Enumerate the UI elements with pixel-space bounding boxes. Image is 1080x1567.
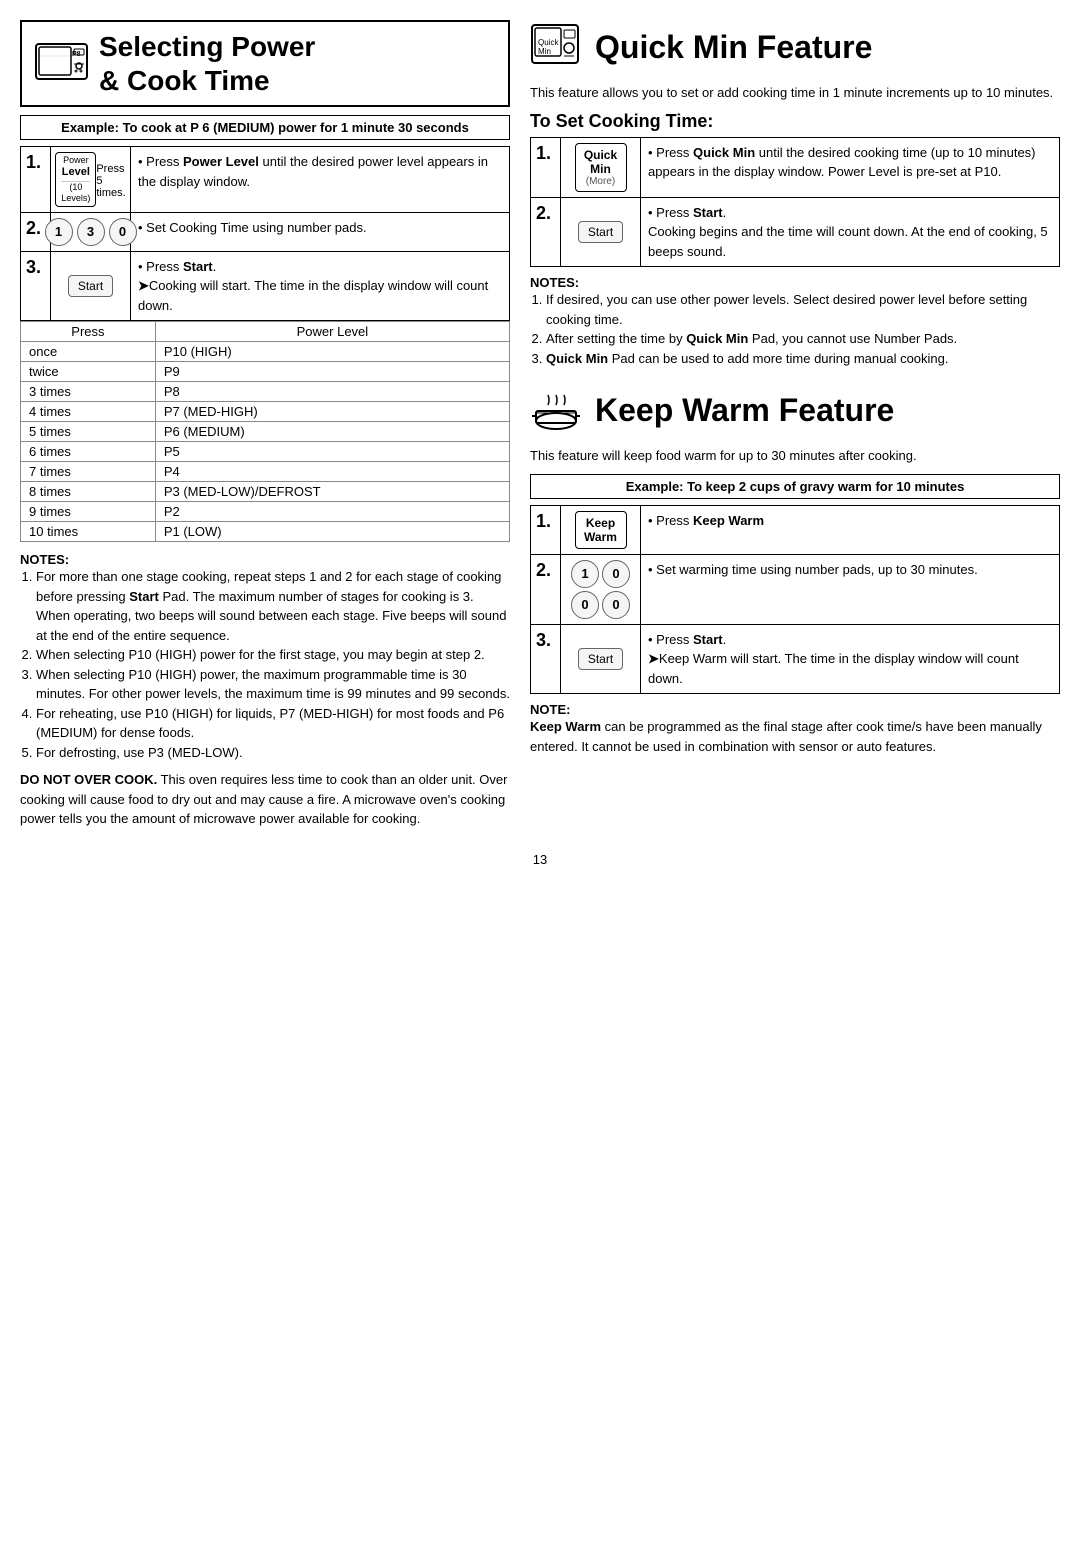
qm-note-3: Quick Min Pad can be used to add more ti… (546, 349, 1060, 369)
power-table-header: Press Power Level (21, 322, 510, 342)
power-row-7: 7 timesP4 (21, 462, 510, 482)
qm-step-2-text: • Press Start. Cooking begins and the ti… (641, 198, 1059, 267)
step-1-row: 1. Power Level (10 Levels) Press 5 times… (21, 147, 509, 213)
power-row-2: twiceP9 (21, 362, 510, 382)
qm-step-1: 1. Quick Min (More) • Press Quick Min un… (531, 138, 1059, 198)
svg-text:Min: Min (538, 47, 551, 56)
step-1-icon: Power Level (10 Levels) Press 5 times. (51, 147, 131, 212)
kw-step-2-text: • Set warming time using number pads, up… (641, 555, 1059, 624)
quick-min-intro: This feature allows you to set or add co… (530, 83, 1060, 103)
note-item-4: For reheating, use P10 (HIGH) for liquid… (36, 704, 510, 743)
example-box-left: Example: To cook at P 6 (MEDIUM) power f… (20, 115, 510, 140)
kw-step-2-icon: 1 0 0 0 (561, 555, 641, 624)
kw-digit-1[interactable]: 1 (571, 560, 599, 588)
quick-min-header-icon: Quick Min (530, 20, 585, 75)
kw-digit-0b[interactable]: 0 (571, 591, 599, 619)
power-row-10: 10 timesP1 (LOW) (21, 522, 510, 542)
quick-min-button[interactable]: Quick Min (More) (575, 143, 627, 192)
selecting-power-header: P8 Selecting Power & Cook Time (20, 20, 510, 107)
step-1-num: 1. (21, 147, 51, 212)
step-3-row: 3. Start • Press Start. ➤Cooking will st… (21, 252, 509, 321)
quick-min-notes: NOTES: If desired, you can use other pow… (530, 275, 1060, 368)
power-table: Press Power Level onceP10 (HIGH) twiceP9… (20, 321, 510, 542)
step-3-icon: Start (51, 252, 131, 321)
press-header: Press (21, 322, 156, 342)
to-set-cooking-time: To Set Cooking Time: (530, 111, 1060, 132)
kw-step-3-text: • Press Start. ➤Keep Warm will start. Th… (641, 625, 1059, 694)
warning-left: DO NOT OVER COOK. This oven requires les… (20, 770, 510, 829)
qm-notes-list: If desired, you can use other power leve… (546, 290, 1060, 368)
keep-warm-header: Keep Warm Feature (530, 383, 1060, 438)
steps-table-left: 1. Power Level (10 Levels) Press 5 times… (20, 146, 510, 321)
digit-3-button[interactable]: 3 (77, 218, 105, 246)
kw-step-1: 1. Keep Warm • Press Keep Warm (531, 506, 1059, 555)
note-item-2: When selecting P10 (HIGH) power for the … (36, 645, 510, 665)
qm-step-2: 2. Start • Press Start. Cooking begins a… (531, 198, 1059, 267)
kw-digit-0c[interactable]: 0 (602, 591, 630, 619)
qm-step-1-num: 1. (531, 138, 561, 197)
start-button-left[interactable]: Start (68, 275, 113, 297)
step-1-text: • Press Power Level until the desired po… (131, 147, 509, 212)
power-level-button[interactable]: Power Level (10 Levels) (55, 152, 96, 207)
power-row-8: 8 timesP3 (MED-LOW)/DEFROST (21, 482, 510, 502)
kw-step-3-num: 3. (531, 625, 561, 694)
kw-step-1-num: 1. (531, 506, 561, 554)
power-row-1: onceP10 (HIGH) (21, 342, 510, 362)
note-item-1: For more than one stage cooking, repeat … (36, 567, 510, 645)
left-column: P8 Selecting Power & Cook Time Example: … (20, 20, 510, 837)
keep-warm-example: Example: To keep 2 cups of gravy warm fo… (530, 474, 1060, 499)
microwave-icon: P8 (34, 36, 89, 91)
qm-step-2-num: 2. (531, 198, 561, 267)
microwave-svg: P8 (34, 36, 89, 91)
step-2-text: • Set Cooking Time using number pads. (131, 213, 509, 251)
notes-list-left: For more than one stage cooking, repeat … (36, 567, 510, 762)
power-row-9: 9 timesP2 (21, 502, 510, 522)
notes-left: NOTES: For more than one stage cooking, … (20, 552, 510, 762)
note-item-3: When selecting P10 (HIGH) power, the max… (36, 665, 510, 704)
power-level-header: Power Level (155, 322, 509, 342)
note-item-5: For defrosting, use P3 (MED-LOW). (36, 743, 510, 763)
step-3-num: 3. (21, 252, 51, 321)
quick-min-header: Quick Min Quick Min Feature (530, 20, 1060, 75)
power-row-3: 3 timesP8 (21, 382, 510, 402)
keep-warm-intro: This feature will keep food warm for up … (530, 446, 1060, 466)
step-1-sub: Press 5 times. (96, 163, 125, 199)
selecting-power-title: Selecting Power & Cook Time (99, 30, 315, 97)
keep-warm-section: Keep Warm Feature This feature will keep… (530, 383, 1060, 756)
kw-step-1-text: • Press Keep Warm (641, 506, 1059, 554)
quick-min-title: Quick Min Feature (595, 29, 872, 66)
right-column: Quick Min Quick Min Feature This feature… (530, 20, 1060, 837)
kw-step-3-icon: Start (561, 625, 641, 694)
power-row-5: 5 timesP6 (MEDIUM) (21, 422, 510, 442)
page-layout: P8 Selecting Power & Cook Time Example: … (20, 20, 1060, 837)
page-number: 13 (20, 852, 1060, 867)
step-2-icon: 1 3 0 (51, 213, 131, 251)
step-2-row: 2. 1 3 0 • Set Cooking Time using number… (21, 213, 509, 252)
step-3-text: • Press Start. ➤Cooking will start. The … (131, 252, 509, 321)
keep-warm-button[interactable]: Keep Warm (575, 511, 627, 549)
kw-step-2: 2. 1 0 0 0 • Set warming time using numb… (531, 555, 1059, 625)
keep-warm-note: NOTE: Keep Warm can be programmed as the… (530, 702, 1060, 756)
quick-min-section: Quick Min Quick Min Feature This feature… (530, 20, 1060, 368)
svg-text:Quick: Quick (538, 38, 559, 47)
power-row-4: 4 timesP7 (MED-HIGH) (21, 402, 510, 422)
keep-warm-steps: 1. Keep Warm • Press Keep Warm 2. (530, 505, 1060, 695)
kw-digit-0a[interactable]: 0 (602, 560, 630, 588)
qm-note-2: After setting the time by Quick Min Pad,… (546, 329, 1060, 349)
kw-step-3: 3. Start • Press Start. ➤Keep Warm will … (531, 625, 1059, 694)
qm-note-1: If desired, you can use other power leve… (546, 290, 1060, 329)
keep-warm-header-icon (530, 383, 585, 438)
qm-step-2-icon: Start (561, 198, 641, 267)
keep-warm-title: Keep Warm Feature (595, 392, 894, 429)
qm-step-1-text: • Press Quick Min until the desired cook… (641, 138, 1059, 197)
start-button-kw[interactable]: Start (578, 648, 623, 670)
svg-text:P8: P8 (72, 51, 81, 58)
kw-step-2-num: 2. (531, 555, 561, 624)
quick-min-steps: 1. Quick Min (More) • Press Quick Min un… (530, 137, 1060, 268)
qm-step-1-icon: Quick Min (More) (561, 138, 641, 197)
start-button-qm[interactable]: Start (578, 221, 623, 243)
power-row-6: 6 timesP5 (21, 442, 510, 462)
kw-step-1-icon: Keep Warm (561, 506, 641, 554)
digit-1-button[interactable]: 1 (45, 218, 73, 246)
